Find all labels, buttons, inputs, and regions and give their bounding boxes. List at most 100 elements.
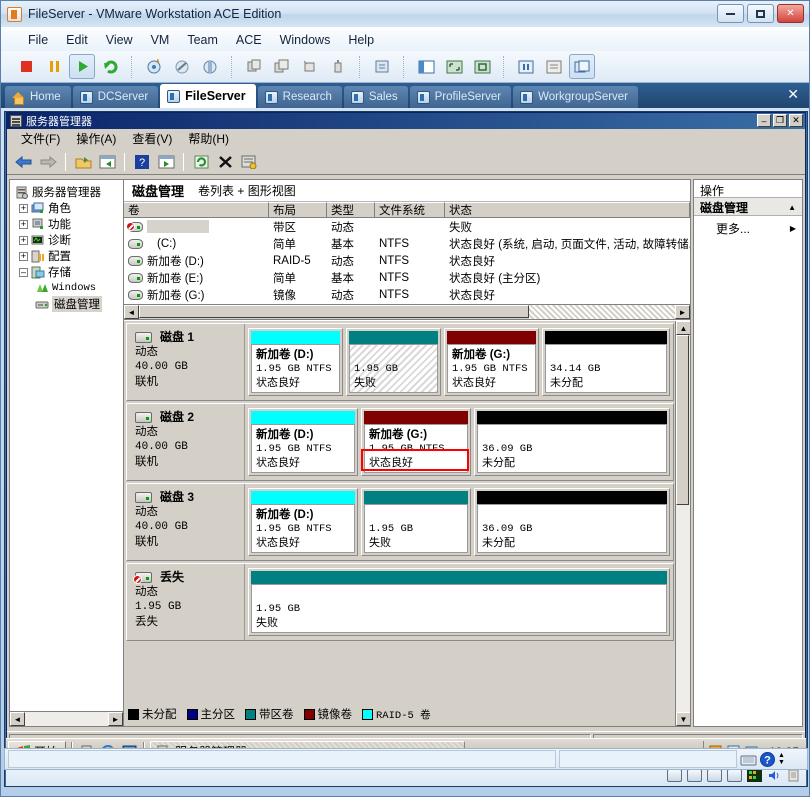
sm-restore-button[interactable]: ❐ [773,114,787,127]
disk-row[interactable]: 丢失 动态 1.95 GB 丢失 1.95 GB 失败 [126,563,674,641]
display-device-icon[interactable] [747,769,762,782]
snapshot-revert-icon[interactable] [169,54,195,79]
scroll-left-arrow[interactable]: ◄ [10,712,25,726]
preferences-icon[interactable] [513,54,539,79]
tree-item-server-manager[interactable]: 服务器管理器 [13,184,123,200]
disk-row[interactable]: 磁盘 3 动态 40.00 GB 联机 新加卷 (D:) 1.95 GB NTF… [126,483,674,561]
actions-item-more[interactable]: 更多... ▶ [694,216,802,237]
clone-multi-icon[interactable] [269,54,295,79]
partition[interactable]: 1.95 GB 失败 [361,488,471,556]
sm-close-button[interactable]: ✕ [789,114,803,127]
tree-item-configuration[interactable]: + 配置 [13,248,123,264]
menu-view[interactable]: View [97,31,142,49]
network-device-icon[interactable] [707,769,722,782]
show-sidebar-icon[interactable] [413,54,439,79]
partition[interactable]: 1.95 GB 失败 [248,568,670,636]
table-row[interactable]: 新加卷 (D:) RAID-5 动态 NTFS 状态良好 [124,252,690,269]
sound-device-icon[interactable] [767,769,782,782]
expander-icon[interactable]: + [19,251,28,261]
snapshot-manager-icon[interactable] [197,54,223,79]
expander-icon[interactable]: + [19,203,28,213]
back-icon[interactable] [13,151,35,172]
vm-tab-research[interactable]: Research [257,86,342,108]
sm-menu-action[interactable]: 操作(A) [68,128,124,149]
tree-item-disk-management[interactable]: 磁盘管理 [13,296,123,312]
column-header-type[interactable]: 类型 [327,202,375,218]
show-action-pane-icon[interactable] [155,151,177,172]
help-icon[interactable]: ? [760,751,775,767]
partition[interactable]: 新加卷 (D:) 1.95 GB NTFS 状态良好 [248,488,358,556]
partition[interactable]: 34.14 GB 未分配 [542,328,670,396]
tree-item-roles[interactable]: + 角色 [13,200,123,216]
scroll-up-arrow[interactable]: ▲ [676,321,690,335]
menu-vm[interactable]: VM [142,31,179,49]
vm-tab-profileserver[interactable]: ProfileServer [409,86,512,108]
spinner-control[interactable]: ▲ ▼ [778,752,785,766]
scroll-track[interactable] [529,305,675,319]
reset-icon[interactable] [97,54,123,79]
sm-menu-file[interactable]: 文件(F) [13,128,68,149]
expander-icon[interactable]: + [19,235,28,245]
scroll-right-arrow[interactable]: ► [108,712,123,726]
power-on-icon[interactable] [69,54,95,79]
usb-device-icon[interactable] [325,54,351,79]
power-off-icon[interactable] [13,54,39,79]
multiple-vm-view-icon[interactable] [569,54,595,79]
menu-help[interactable]: Help [339,31,383,49]
maximize-button[interactable] [747,4,774,23]
disk-row[interactable]: 磁盘 2 动态 40.00 GB 联机 新加卷 (D:) 1.95 GB NTF… [126,403,674,481]
actions-section-disk-management[interactable]: 磁盘管理 ▲ [694,198,802,216]
help-icon[interactable]: ? [131,151,153,172]
scroll-thumb[interactable] [676,335,689,505]
scroll-down-arrow[interactable]: ▼ [676,712,690,726]
new-vm-icon[interactable] [297,54,323,79]
shared-folders-icon[interactable] [787,769,800,782]
scroll-left-arrow[interactable]: ◄ [124,305,139,319]
usb-device-icon[interactable] [727,769,742,782]
vm-tab-fileserver[interactable]: FileServer [160,84,256,108]
column-header-volume[interactable]: 卷 [124,202,269,218]
menu-file[interactable]: File [19,31,57,49]
scroll-thumb[interactable] [139,305,529,318]
sm-menu-help[interactable]: 帮助(H) [180,128,237,149]
minimize-button[interactable] [717,4,744,23]
vm-tab-dcserver[interactable]: DCServer [72,86,159,108]
tree-item-windows-backup[interactable]: Windows [13,280,123,296]
table-row[interactable]: 新加卷 (G:) 镜像 动态 NTFS 状态良好 [124,286,690,303]
properties-icon[interactable] [238,151,260,172]
table-row[interactable]: (C:) 简单 基本 NTFS 状态良好 (系统, 启动, 页面文件, 活动, … [124,235,690,252]
up-one-level-icon[interactable] [72,151,94,172]
menu-edit[interactable]: Edit [57,31,97,49]
expander-icon[interactable]: – [19,267,28,277]
console-view-icon[interactable] [541,54,567,79]
scroll-track[interactable] [25,712,108,726]
refresh-icon[interactable] [190,151,212,172]
disk-row[interactable]: 磁盘 1 动态 40.00 GB 联机 新加卷 (D:) 1.95 GB NTF… [126,323,674,401]
column-header-layout[interactable]: 布局 [269,202,327,218]
tree-item-diagnostics[interactable]: + 诊断 [13,232,123,248]
fit-window-icon[interactable] [441,54,467,79]
close-button[interactable]: ✕ [777,4,804,23]
close-tab-button[interactable]: ✕ [787,86,799,103]
partition[interactable]: 1.95 GB 失败 [346,328,441,396]
delete-icon[interactable] [214,151,236,172]
vm-tab-home[interactable]: Home [5,86,71,108]
menu-ace[interactable]: ACE [227,31,271,49]
suspend-icon[interactable] [41,54,67,79]
column-header-filesystem[interactable]: 文件系统 [375,202,445,218]
sm-menu-view[interactable]: 查看(V) [124,128,180,149]
fullscreen-icon[interactable] [469,54,495,79]
vm-settings-icon[interactable] [369,54,395,79]
graph-vertical-scrollbar[interactable]: ▲ ▼ [675,321,690,726]
tree-horizontal-scrollbar[interactable]: ◄ ► [10,711,123,726]
tree-item-features[interactable]: + 功能 [13,216,123,232]
keyboard-input-icon[interactable] [740,752,757,766]
cdrom-device-icon[interactable] [687,769,702,782]
forward-icon[interactable] [37,151,59,172]
snapshot-take-icon[interactable] [141,54,167,79]
floppy-device-icon[interactable] [667,769,682,782]
sm-minimize-button[interactable]: – [757,114,771,127]
chevron-right-icon[interactable]: ▶ [790,224,796,233]
menu-team[interactable]: Team [178,31,227,49]
partition[interactable]: 新加卷 (D:) 1.95 GB NTFS 状态良好 [248,408,358,476]
